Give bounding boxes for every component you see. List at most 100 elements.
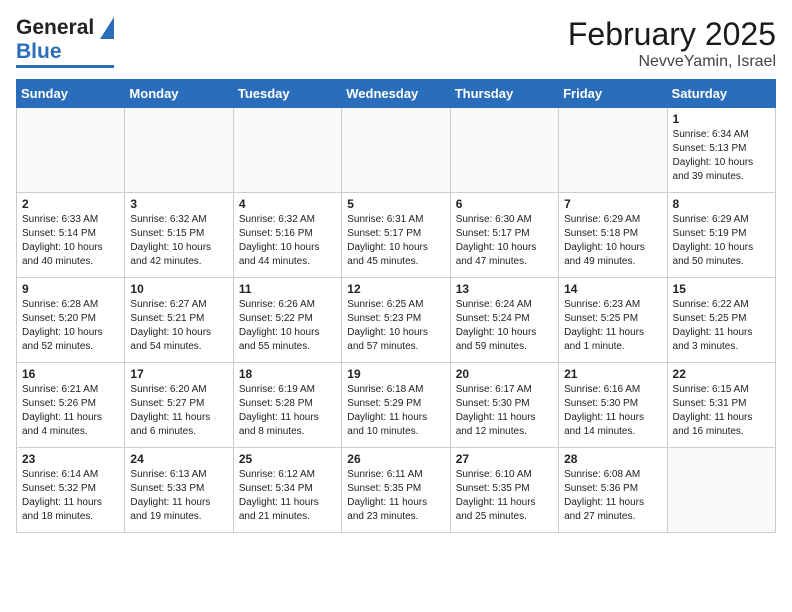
day-info: Sunrise: 6:20 AM Sunset: 5:27 PM Dayligh… [130, 383, 227, 439]
calendar-cell: 9 Sunrise: 6:28 AM Sunset: 5:20 PM Daylig… [17, 278, 125, 363]
day-number: 13 [456, 282, 553, 296]
calendar-cell: 15 Sunrise: 6:22 AM Sunset: 5:25 PM Dayli… [667, 278, 775, 363]
day-info: Sunrise: 6:32 AM Sunset: 5:16 PM Dayligh… [239, 213, 336, 269]
week-row-1: 2 Sunrise: 6:33 AM Sunset: 5:14 PM Daylig… [17, 193, 776, 278]
day-number: 1 [673, 112, 770, 126]
day-number: 21 [564, 367, 661, 381]
day-info: Sunrise: 6:24 AM Sunset: 5:24 PM Dayligh… [456, 298, 553, 354]
calendar-cell: 14Sunrise: 6:23 AM Sunset: 5:25 PM Dayli… [559, 278, 667, 363]
calendar-cell: 20 Sunrise: 6:17 AM Sunset: 5:30 PM Dayli… [450, 363, 558, 448]
calendar-cell: 28 Sunrise: 6:08 AM Sunset: 5:36 PM Dayli… [559, 448, 667, 533]
calendar-table: SundayMondayTuesdayWednesdayThursdayFrid… [16, 79, 776, 533]
logo-underline [16, 65, 114, 68]
day-number: 15 [673, 282, 770, 296]
weekday-header-monday: Monday [125, 80, 233, 108]
month-title: February 2025 [568, 16, 776, 53]
day-number: 22 [673, 367, 770, 381]
calendar-cell [342, 108, 450, 193]
day-number: 20 [456, 367, 553, 381]
logo-general: General [16, 16, 94, 40]
day-info: Sunrise: 6:29 AM Sunset: 5:18 PM Dayligh… [564, 213, 661, 269]
day-number: 4 [239, 197, 336, 211]
day-info: Sunrise: 6:34 AM Sunset: 5:13 PM Dayligh… [673, 128, 770, 184]
day-number: 11 [239, 282, 336, 296]
calendar-cell: 17 Sunrise: 6:20 AM Sunset: 5:27 PM Dayli… [125, 363, 233, 448]
calendar-cell [450, 108, 558, 193]
calendar-cell: 13 Sunrise: 6:24 AM Sunset: 5:24 PM Dayli… [450, 278, 558, 363]
calendar-cell: 7 Sunrise: 6:29 AM Sunset: 5:18 PM Daylig… [559, 193, 667, 278]
day-info: Sunrise: 6:25 AM Sunset: 5:23 PM Dayligh… [347, 298, 444, 354]
calendar-cell: 25 Sunrise: 6:12 AM Sunset: 5:34 PM Dayli… [233, 448, 341, 533]
day-number: 18 [239, 367, 336, 381]
day-info: Sunrise: 6:08 AM Sunset: 5:36 PM Dayligh… [564, 468, 661, 524]
day-info: Sunrise: 6:21 AM Sunset: 5:26 PM Dayligh… [22, 383, 119, 439]
day-info: Sunrise: 6:19 AM Sunset: 5:28 PM Dayligh… [239, 383, 336, 439]
day-number: 27 [456, 452, 553, 466]
day-info: Sunrise: 6:31 AM Sunset: 5:17 PM Dayligh… [347, 213, 444, 269]
calendar-cell: 27 Sunrise: 6:10 AM Sunset: 5:35 PM Dayli… [450, 448, 558, 533]
calendar-cell: 8 Sunrise: 6:29 AM Sunset: 5:19 PM Daylig… [667, 193, 775, 278]
day-number: 9 [22, 282, 119, 296]
day-number: 10 [130, 282, 227, 296]
calendar-cell: 18 Sunrise: 6:19 AM Sunset: 5:28 PM Dayli… [233, 363, 341, 448]
day-number: 2 [22, 197, 119, 211]
week-row-2: 9 Sunrise: 6:28 AM Sunset: 5:20 PM Daylig… [17, 278, 776, 363]
day-info: Sunrise: 6:29 AM Sunset: 5:19 PM Dayligh… [673, 213, 770, 269]
day-info: Sunrise: 6:14 AM Sunset: 5:32 PM Dayligh… [22, 468, 119, 524]
calendar-cell [125, 108, 233, 193]
day-info: Sunrise: 6:17 AM Sunset: 5:30 PM Dayligh… [456, 383, 553, 439]
day-number: 26 [347, 452, 444, 466]
week-row-3: 16Sunrise: 6:21 AM Sunset: 5:26 PM Dayli… [17, 363, 776, 448]
day-number: 6 [456, 197, 553, 211]
day-number: 7 [564, 197, 661, 211]
day-number: 17 [130, 367, 227, 381]
page-header: General Blue February 2025 NevveYamin, I… [16, 16, 776, 71]
day-info: Sunrise: 6:33 AM Sunset: 5:14 PM Dayligh… [22, 213, 119, 269]
day-info: Sunrise: 6:32 AM Sunset: 5:15 PM Dayligh… [130, 213, 227, 269]
calendar-cell: 16Sunrise: 6:21 AM Sunset: 5:26 PM Dayli… [17, 363, 125, 448]
calendar-cell: 6Sunrise: 6:30 AM Sunset: 5:17 PM Daylig… [450, 193, 558, 278]
calendar-cell [559, 108, 667, 193]
day-info: Sunrise: 6:10 AM Sunset: 5:35 PM Dayligh… [456, 468, 553, 524]
day-info: Sunrise: 6:11 AM Sunset: 5:35 PM Dayligh… [347, 468, 444, 524]
weekday-header-tuesday: Tuesday [233, 80, 341, 108]
calendar-cell: 24 Sunrise: 6:13 AM Sunset: 5:33 PM Dayli… [125, 448, 233, 533]
day-number: 14 [564, 282, 661, 296]
calendar-cell: 22 Sunrise: 6:15 AM Sunset: 5:31 PM Dayli… [667, 363, 775, 448]
calendar-cell: 10Sunrise: 6:27 AM Sunset: 5:21 PM Dayli… [125, 278, 233, 363]
title-area: February 2025 NevveYamin, Israel [568, 16, 776, 71]
week-row-4: 23 Sunrise: 6:14 AM Sunset: 5:32 PM Dayli… [17, 448, 776, 533]
day-number: 12 [347, 282, 444, 296]
calendar-cell: 11Sunrise: 6:26 AM Sunset: 5:22 PM Dayli… [233, 278, 341, 363]
day-number: 23 [22, 452, 119, 466]
calendar-cell [17, 108, 125, 193]
logo-blue: Blue [16, 40, 62, 64]
calendar-cell: 19 Sunrise: 6:18 AM Sunset: 5:29 PM Dayli… [342, 363, 450, 448]
day-info: Sunrise: 6:18 AM Sunset: 5:29 PM Dayligh… [347, 383, 444, 439]
logo: General Blue [16, 16, 114, 68]
weekday-header-saturday: Saturday [667, 80, 775, 108]
day-info: Sunrise: 6:28 AM Sunset: 5:20 PM Dayligh… [22, 298, 119, 354]
logo-icon [96, 17, 114, 39]
calendar-cell: 21 Sunrise: 6:16 AM Sunset: 5:30 PM Dayli… [559, 363, 667, 448]
weekday-header-wednesday: Wednesday [342, 80, 450, 108]
day-info: Sunrise: 6:15 AM Sunset: 5:31 PM Dayligh… [673, 383, 770, 439]
day-info: Sunrise: 6:12 AM Sunset: 5:34 PM Dayligh… [239, 468, 336, 524]
calendar-cell: 1 Sunrise: 6:34 AM Sunset: 5:13 PM Daylig… [667, 108, 775, 193]
day-number: 24 [130, 452, 227, 466]
location-title: NevveYamin, Israel [568, 53, 776, 71]
day-number: 25 [239, 452, 336, 466]
calendar-cell: 4 Sunrise: 6:32 AM Sunset: 5:16 PM Daylig… [233, 193, 341, 278]
day-number: 28 [564, 452, 661, 466]
day-info: Sunrise: 6:16 AM Sunset: 5:30 PM Dayligh… [564, 383, 661, 439]
weekday-header-thursday: Thursday [450, 80, 558, 108]
calendar-cell: 3Sunrise: 6:32 AM Sunset: 5:15 PM Daylig… [125, 193, 233, 278]
day-number: 8 [673, 197, 770, 211]
day-info: Sunrise: 6:13 AM Sunset: 5:33 PM Dayligh… [130, 468, 227, 524]
day-number: 19 [347, 367, 444, 381]
calendar-cell: 26 Sunrise: 6:11 AM Sunset: 5:35 PM Dayli… [342, 448, 450, 533]
weekday-header-sunday: Sunday [17, 80, 125, 108]
day-number: 5 [347, 197, 444, 211]
day-info: Sunrise: 6:22 AM Sunset: 5:25 PM Dayligh… [673, 298, 770, 354]
calendar-cell [667, 448, 775, 533]
